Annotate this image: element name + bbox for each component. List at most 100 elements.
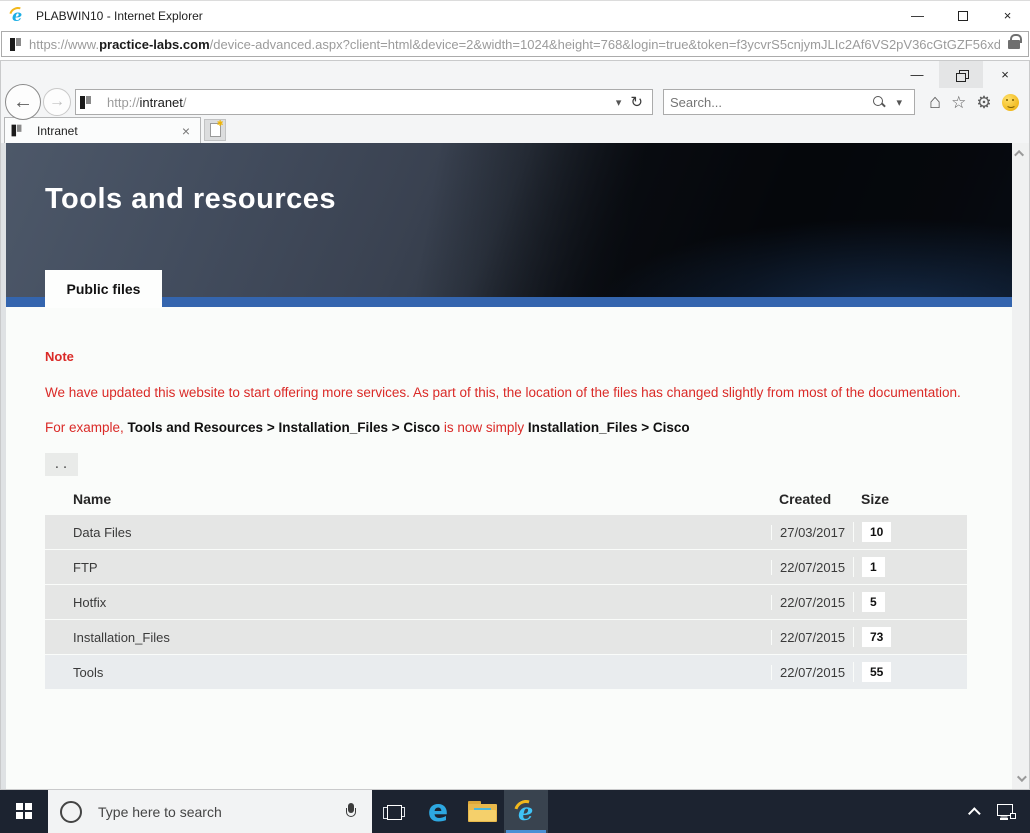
cortana-icon <box>60 801 82 823</box>
tray-chevron-up-icon[interactable] <box>968 807 981 820</box>
vertical-scrollbar[interactable] <box>1012 143 1029 789</box>
feedback-button[interactable] <box>1002 94 1019 111</box>
tab-public-files[interactable]: Public files <box>45 270 162 308</box>
new-tab-icon: ✱ <box>210 123 221 137</box>
maximize-icon <box>958 11 968 21</box>
url-host: intranet <box>140 95 183 110</box>
url-path: /device-advanced.aspx?client=html&device… <box>210 37 1000 52</box>
taskbar-search-placeholder: Type here to search <box>98 804 346 820</box>
example-seg2: Tools and Resources > Installation_Files… <box>128 420 441 435</box>
taskbar-search[interactable]: Type here to search <box>48 790 372 833</box>
tab-public-files-label: Public files <box>67 281 141 297</box>
folder-link[interactable]: Installation_Files <box>45 630 771 645</box>
page-content: Note We have updated this website to sta… <box>6 307 1012 789</box>
inner-minimize-button[interactable]: — <box>895 61 939 88</box>
chevron-down-icon <box>1017 772 1027 782</box>
example-line: For example, Tools and Resources > Insta… <box>45 420 972 435</box>
chevron-up-icon <box>1014 150 1024 160</box>
system-tray <box>972 804 1030 820</box>
tab-row: Intranet × ✱ <box>1 117 1029 143</box>
settings-button[interactable]: ⚙ <box>976 94 991 111</box>
internet-explorer-button[interactable]: e <box>504 790 548 833</box>
close-icon: × <box>1004 8 1012 23</box>
search-dropdown-button[interactable]: ▾ <box>890 96 908 109</box>
url-scheme: https://www. <box>29 37 99 52</box>
edge-button[interactable]: e <box>416 790 460 833</box>
table-row[interactable]: FTP 22/07/2015 1 <box>45 550 967 584</box>
outer-minimize-button[interactable]: — <box>895 1 940 30</box>
new-tab-button[interactable]: ✱ <box>204 119 226 141</box>
header-name: Name <box>45 491 771 507</box>
table-header-row: Name Created Size <box>45 483 967 515</box>
close-icon: × <box>1001 67 1009 82</box>
windows-logo-icon <box>16 803 33 820</box>
edge-icon: e <box>428 797 448 827</box>
lock-icon <box>1008 40 1020 49</box>
chevron-down-icon: ▾ <box>896 97 902 109</box>
size-cell: 73 <box>853 627 967 647</box>
note-heading: Note <box>45 349 74 364</box>
scroll-down-button[interactable] <box>1012 770 1029 787</box>
scroll-up-button[interactable] <box>1012 145 1029 162</box>
table-row[interactable]: Hotfix 22/07/2015 5 <box>45 585 967 619</box>
folder-link[interactable]: Data Files <box>45 525 771 540</box>
outer-window-controls: — × <box>895 1 1030 30</box>
header-size: Size <box>853 491 967 507</box>
internet-explorer-icon: e <box>513 799 539 825</box>
folder-icon <box>468 801 497 822</box>
refresh-button[interactable]: ↻ <box>627 93 648 111</box>
outer-maximize-button[interactable] <box>940 1 985 30</box>
url-prefix: http:// <box>107 95 140 110</box>
outer-window-title: PLABWIN10 - Internet Explorer <box>36 9 203 23</box>
microphone-icon[interactable] <box>346 803 356 821</box>
outer-url-text: https://www.practice-labs.com/device-adv… <box>29 37 1000 52</box>
folder-link[interactable]: FTP <box>45 560 771 575</box>
size-badge: 5 <box>862 592 885 612</box>
search-icon[interactable] <box>872 95 886 109</box>
back-button[interactable]: ← <box>5 84 41 120</box>
search-input[interactable] <box>670 95 872 110</box>
back-icon: ← <box>13 91 33 114</box>
taskbar: Type here to search e e <box>0 790 1030 833</box>
size-badge: 1 <box>862 557 885 577</box>
table-row[interactable]: Tools 22/07/2015 55 <box>45 655 967 689</box>
search-box: ▾ <box>663 89 915 115</box>
size-cell: 10 <box>853 522 967 542</box>
favorites-button[interactable]: ☆ <box>951 94 966 111</box>
inner-restore-button[interactable] <box>939 61 983 88</box>
home-button[interactable]: ⌂ <box>929 92 941 112</box>
note-body: We have updated this website to start of… <box>45 385 972 400</box>
outer-titlebar: e PLABWIN10 - Internet Explorer — × <box>0 0 1030 30</box>
restore-icon <box>956 70 967 80</box>
practice-labs-favicon <box>10 38 21 51</box>
outer-close-button[interactable]: × <box>985 1 1030 30</box>
network-icon[interactable] <box>997 804 1016 820</box>
created-date: 22/07/2015 <box>771 595 853 610</box>
size-badge: 73 <box>862 627 891 647</box>
tab-intranet[interactable]: Intranet × <box>4 117 201 143</box>
outer-url-field[interactable]: https://www.practice-labs.com/device-adv… <box>1 31 1029 57</box>
parent-directory-button[interactable]: . . <box>45 453 78 476</box>
table-row[interactable]: Data Files 27/03/2017 10 <box>45 515 967 549</box>
url-suffix: / <box>183 95 187 110</box>
forward-button[interactable]: → <box>43 88 71 116</box>
forward-icon: → <box>49 93 65 111</box>
tab-close-button[interactable]: × <box>178 123 194 139</box>
address-bar[interactable]: http://intranet/ ▾ ↻ <box>75 89 653 115</box>
header-created: Created <box>771 491 853 507</box>
task-view-button[interactable] <box>372 790 416 833</box>
star-icon: ☆ <box>951 93 966 112</box>
address-url: http://intranet/ <box>107 95 610 110</box>
start-button[interactable] <box>0 790 48 833</box>
created-date: 27/03/2017 <box>771 525 853 540</box>
table-row[interactable]: Installation_Files 22/07/2015 73 <box>45 620 967 654</box>
folder-link[interactable]: Hotfix <box>45 595 771 610</box>
created-date: 22/07/2015 <box>771 665 853 680</box>
file-explorer-button[interactable] <box>460 790 504 833</box>
folder-link[interactable]: Tools <box>45 665 771 680</box>
browser-action-icons: ⌂ ☆ ⚙ <box>929 92 1019 112</box>
tab-favicon <box>12 125 22 137</box>
address-dropdown-button[interactable]: ▾ <box>610 96 628 109</box>
file-table: Name Created Size Data Files 27/03/2017 … <box>45 483 967 690</box>
inner-close-button[interactable]: × <box>983 61 1027 88</box>
